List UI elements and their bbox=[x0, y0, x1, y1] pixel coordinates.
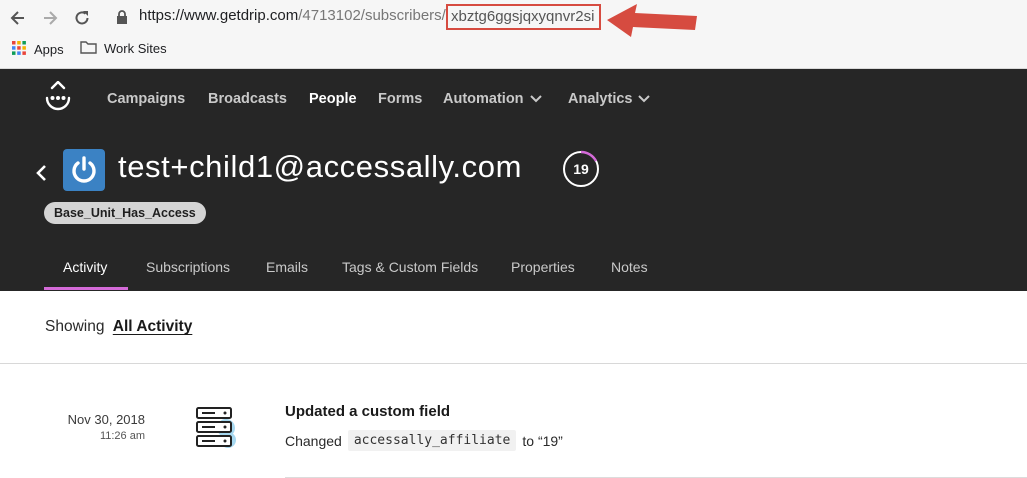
event-date: Nov 30, 2018 bbox=[67, 412, 145, 427]
event-title: Updated a custom field bbox=[285, 403, 451, 420]
custom-field-name: accessally_affiliate bbox=[347, 430, 517, 451]
nav-forms-label: Forms bbox=[378, 91, 423, 107]
address-bar[interactable]: https://www.getdrip.com/4713102/subscrib… bbox=[139, 7, 446, 24]
bookmark-work-sites-label: Work Sites bbox=[104, 41, 167, 56]
drip-logo-icon[interactable] bbox=[44, 80, 72, 122]
tab-activity[interactable]: Activity bbox=[63, 259, 107, 275]
nav-people[interactable]: People bbox=[309, 91, 357, 107]
event-time: 11:26 am bbox=[99, 430, 145, 442]
tab-notes[interactable]: Notes bbox=[611, 259, 648, 275]
tab-subscriptions[interactable]: Subscriptions bbox=[146, 259, 230, 275]
nav-forms[interactable]: Forms bbox=[378, 91, 422, 107]
bookmarks-bar: Apps Work Sites bbox=[0, 40, 1027, 62]
back-chevron-icon[interactable] bbox=[35, 164, 47, 187]
url-path: /4713102/subscribers/ bbox=[298, 7, 446, 24]
tab-tags-custom-fields[interactable]: Tags & Custom Fields bbox=[342, 259, 478, 275]
nav-campaigns[interactable]: Campaigns bbox=[107, 91, 185, 107]
folder-icon bbox=[80, 40, 97, 57]
bookmark-work-sites[interactable]: Work Sites bbox=[80, 40, 167, 57]
chevron-down-icon bbox=[529, 91, 542, 107]
lock-icon bbox=[116, 10, 128, 29]
bookmark-apps-label: Apps bbox=[34, 42, 64, 57]
nav-automation-label: Automation bbox=[443, 91, 524, 107]
divider bbox=[0, 363, 1027, 364]
bookmark-apps[interactable]: Apps bbox=[11, 40, 64, 59]
lead-score-badge[interactable]: 19 bbox=[562, 150, 600, 188]
app-header: Campaigns Broadcasts People Forms Automa… bbox=[0, 69, 1027, 291]
tab-emails[interactable]: Emails bbox=[266, 259, 308, 275]
nav-broadcasts[interactable]: Broadcasts bbox=[208, 91, 287, 107]
url-subscriber-id-highlight: xbztg6ggsjqxyqnvr2si bbox=[446, 4, 601, 30]
browser-chrome: https://www.getdrip.com/4713102/subscrib… bbox=[0, 0, 1027, 69]
avatar bbox=[63, 149, 105, 191]
lead-score-value: 19 bbox=[573, 161, 589, 177]
nav-people-label: People bbox=[309, 91, 357, 107]
back-arrow-icon[interactable] bbox=[8, 8, 28, 28]
database-icon bbox=[195, 406, 237, 455]
url-domain: https://www.getdrip.com bbox=[139, 7, 299, 24]
activity-filter: Showing All Activity bbox=[45, 318, 192, 336]
activity-filter-dropdown[interactable]: All Activity bbox=[113, 318, 193, 335]
event-desc-prefix: Changed bbox=[285, 432, 342, 449]
apps-grid-icon bbox=[11, 40, 27, 59]
subscriber-email: test+child1@accessally.com bbox=[118, 149, 523, 184]
nav-broadcasts-label: Broadcasts bbox=[208, 91, 287, 107]
nav-campaigns-label: Campaigns bbox=[107, 91, 186, 107]
event-description: Changed accessally_affiliate to “19” bbox=[285, 430, 563, 451]
nav-analytics[interactable]: Analytics bbox=[568, 91, 651, 107]
reload-icon[interactable] bbox=[72, 8, 92, 28]
showing-label: Showing bbox=[45, 318, 105, 335]
power-icon bbox=[72, 156, 96, 183]
subscriber-tag[interactable]: Base_Unit_Has_Access bbox=[44, 202, 206, 224]
active-tab-indicator bbox=[44, 287, 128, 290]
chevron-down-icon bbox=[638, 91, 651, 107]
forward-arrow-icon[interactable] bbox=[40, 8, 60, 28]
nav-automation[interactable]: Automation bbox=[443, 91, 542, 107]
event-desc-suffix: to “19” bbox=[522, 432, 563, 449]
nav-analytics-label: Analytics bbox=[568, 91, 633, 107]
tab-properties[interactable]: Properties bbox=[511, 259, 575, 275]
